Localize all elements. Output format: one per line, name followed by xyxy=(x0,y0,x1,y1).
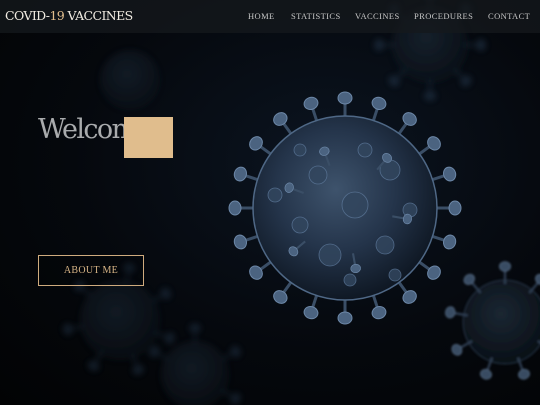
about-me-button[interactable]: ABOUT ME xyxy=(38,255,144,286)
nav-link-contact[interactable]: CONTACT xyxy=(488,11,530,21)
logo-prefix: COVID- xyxy=(5,8,50,23)
nav-link-home[interactable]: HOME xyxy=(248,11,275,21)
logo-suffix: VACCINES xyxy=(64,8,134,23)
virus-background-image xyxy=(60,0,540,405)
typing-cursor-block xyxy=(124,117,173,158)
nav-link-procedures[interactable]: PROCEDURES xyxy=(414,11,473,21)
logo-number: 19 xyxy=(49,8,65,23)
hero-title: Welcom xyxy=(38,114,137,145)
nav-link-vaccines[interactable]: VACCINES xyxy=(355,11,400,21)
top-navigation-bar: COVID-19 VACCINES HOME STATISTICS VACCIN… xyxy=(0,0,540,33)
nav-link-statistics[interactable]: STATISTICS xyxy=(291,11,341,21)
site-logo[interactable]: COVID-19 VACCINES xyxy=(5,8,133,23)
page: COVID-19 VACCINES HOME STATISTICS VACCIN… xyxy=(0,0,540,405)
